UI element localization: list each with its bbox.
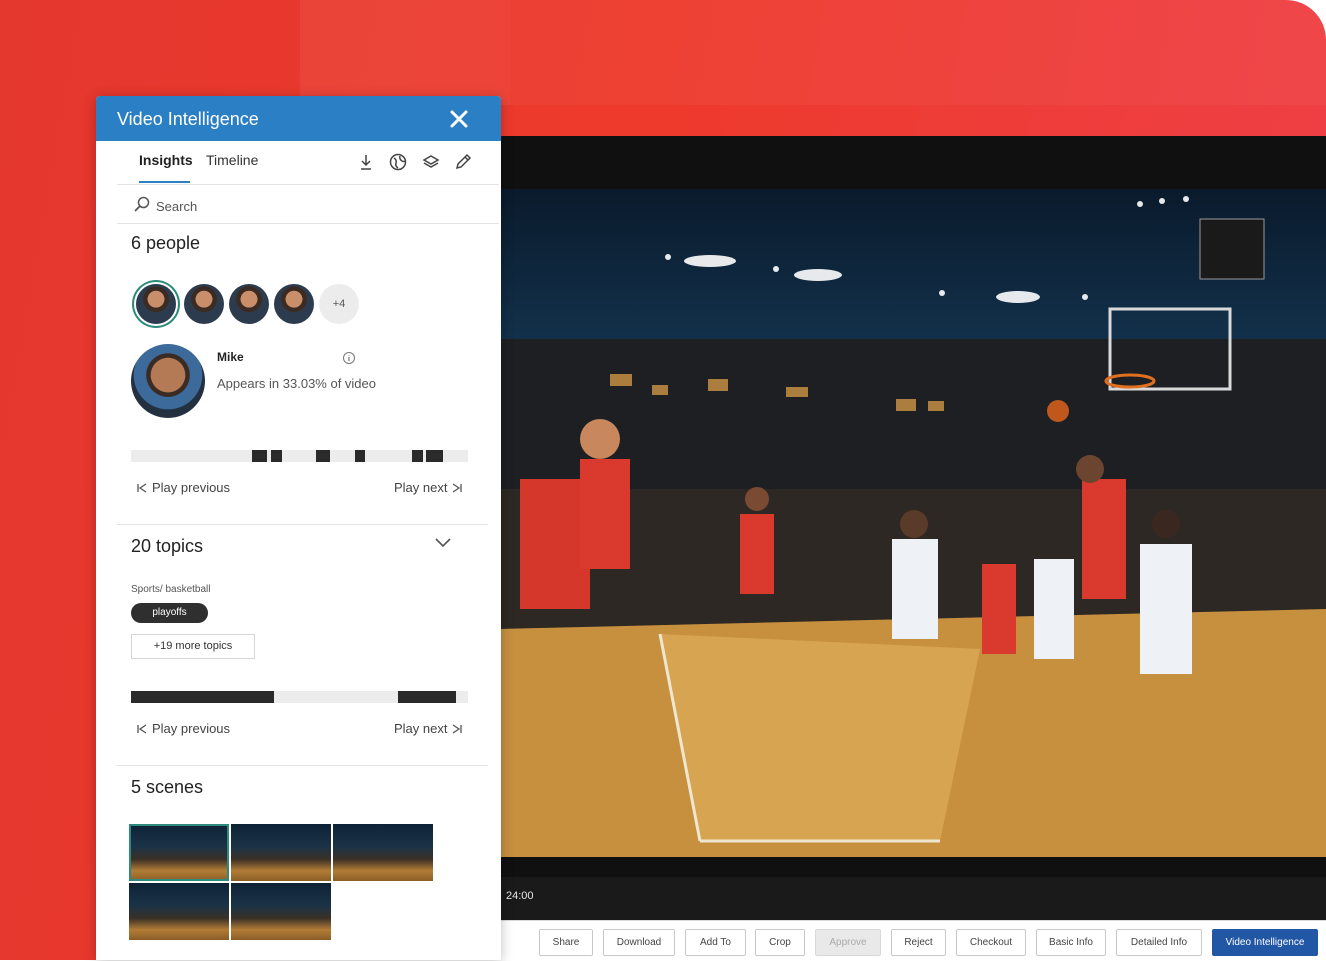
avatar[interactable] bbox=[136, 284, 176, 324]
appearance-segment bbox=[412, 450, 423, 462]
share-button[interactable]: Share bbox=[539, 929, 593, 956]
checkout-button[interactable]: Checkout bbox=[956, 929, 1026, 956]
people-play-next-button[interactable]: Play next bbox=[394, 480, 463, 495]
info-icon[interactable] bbox=[342, 351, 356, 365]
download-button[interactable]: Download bbox=[603, 929, 675, 956]
appearance-segment bbox=[316, 450, 330, 462]
skip-forward-icon bbox=[453, 482, 463, 493]
globe-icon[interactable] bbox=[388, 152, 408, 172]
detailed-info-button[interactable]: Detailed Info bbox=[1116, 929, 1202, 956]
basic-info-button[interactable]: Basic Info bbox=[1036, 929, 1106, 956]
scenes-title: 5 scenes bbox=[131, 777, 204, 797]
appearance-segment bbox=[271, 450, 282, 462]
person-name: Mike bbox=[217, 350, 244, 364]
person-appearance-stat: Appears in 33.03% of video bbox=[217, 376, 376, 391]
topics-title: 20 topics bbox=[131, 536, 204, 556]
video-player: 24:00 Share Download Add To Crop Approve… bbox=[500, 136, 1326, 961]
panel-title: Video Intelligence bbox=[117, 109, 259, 129]
appearance-segment bbox=[252, 450, 267, 462]
play-next-label: Play next bbox=[394, 480, 448, 495]
scene-thumbnail[interactable] bbox=[333, 824, 433, 881]
search-divider bbox=[117, 223, 499, 224]
avatar[interactable] bbox=[229, 284, 269, 324]
section-divider bbox=[117, 765, 488, 766]
chevron-down-icon[interactable] bbox=[434, 536, 452, 548]
timeline-scrubber[interactable]: 24:00 bbox=[500, 877, 1326, 920]
active-tab-indicator bbox=[139, 181, 190, 183]
video-frame[interactable] bbox=[500, 189, 1326, 857]
play-previous-label: Play previous bbox=[152, 480, 231, 495]
appearance-segment bbox=[426, 450, 443, 462]
appearance-segment bbox=[398, 691, 456, 703]
skip-back-icon bbox=[137, 482, 147, 493]
video-intelligence-panel: Video Intelligence Insights Timeline 6 p… bbox=[96, 96, 501, 960]
person-appearance-track[interactable] bbox=[131, 450, 468, 462]
topic-category: Sports/ basketball bbox=[131, 584, 211, 595]
scene-thumbnail[interactable] bbox=[231, 824, 331, 881]
search-input[interactable] bbox=[156, 196, 456, 216]
current-time: 24:00 bbox=[506, 890, 534, 902]
section-divider bbox=[117, 524, 488, 525]
scene-thumbnail[interactable] bbox=[129, 824, 229, 881]
basketball-scene-illustration bbox=[500, 196, 1326, 857]
people-play-previous-button[interactable]: Play previous bbox=[136, 480, 230, 495]
background-band bbox=[300, 0, 510, 105]
topics-play-next-button[interactable]: Play next bbox=[394, 721, 463, 736]
video-intelligence-button[interactable]: Video Intelligence bbox=[1212, 929, 1318, 956]
more-people-button[interactable]: +4 bbox=[319, 284, 359, 324]
avatar[interactable] bbox=[274, 284, 314, 324]
background-band bbox=[510, 0, 1326, 105]
selected-person-avatar bbox=[131, 344, 205, 418]
avatar[interactable] bbox=[184, 284, 224, 324]
topics-play-previous-button[interactable]: Play previous bbox=[136, 721, 230, 736]
download-icon[interactable] bbox=[356, 152, 376, 172]
topic-appearance-track[interactable] bbox=[131, 691, 468, 703]
scene-thumbnail[interactable] bbox=[231, 883, 331, 940]
play-previous-label: Play previous bbox=[152, 721, 231, 736]
reject-button[interactable]: Reject bbox=[891, 929, 946, 956]
more-topics-button[interactable]: +19 more topics bbox=[131, 634, 255, 659]
skip-forward-icon bbox=[453, 723, 463, 734]
action-bar: Share Download Add To Crop Approve Rejec… bbox=[500, 920, 1326, 961]
tabs-divider bbox=[117, 184, 499, 185]
scene-thumbnail[interactable] bbox=[129, 883, 229, 940]
add-to-button[interactable]: Add To bbox=[685, 929, 746, 956]
people-title: 6 people bbox=[131, 233, 201, 253]
skip-back-icon bbox=[137, 723, 147, 734]
topic-chip[interactable]: playoffs bbox=[131, 603, 208, 623]
panel-header: Video Intelligence bbox=[96, 96, 501, 141]
edit-icon[interactable] bbox=[453, 152, 473, 172]
close-icon[interactable] bbox=[448, 108, 470, 130]
play-next-label: Play next bbox=[394, 721, 448, 736]
appearance-segment bbox=[131, 691, 274, 703]
appearance-segment bbox=[355, 450, 365, 462]
search-icon bbox=[134, 196, 150, 212]
crop-button[interactable]: Crop bbox=[755, 929, 805, 956]
tab-timeline[interactable]: Timeline bbox=[206, 152, 258, 168]
tab-insights[interactable]: Insights bbox=[139, 152, 193, 168]
layers-icon[interactable] bbox=[421, 152, 441, 172]
approve-button[interactable]: Approve bbox=[815, 929, 881, 956]
